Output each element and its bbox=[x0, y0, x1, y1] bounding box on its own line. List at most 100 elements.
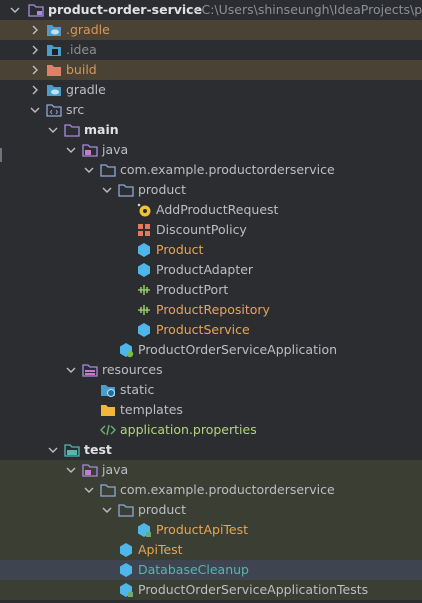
test-class-icon bbox=[136, 522, 152, 538]
tree-row-test[interactable]: test bbox=[0, 440, 422, 460]
properties-file-icon bbox=[100, 422, 116, 438]
java-test-root-icon bbox=[82, 462, 98, 478]
tree-label: java bbox=[102, 142, 129, 157]
tree-row-templates[interactable]: templates bbox=[0, 400, 422, 420]
tree-label: ProductService bbox=[156, 322, 250, 337]
class-icon bbox=[118, 542, 134, 558]
gradle-folder-icon bbox=[46, 82, 62, 98]
java-source-root-icon bbox=[82, 142, 98, 158]
tree-label: ProductOrderServiceApplicationTests bbox=[138, 582, 369, 597]
tree-row-main-java[interactable]: java bbox=[0, 140, 422, 160]
package-icon bbox=[100, 162, 116, 178]
tree-row-file[interactable]: ProductOrderServiceApplicationTests bbox=[0, 580, 422, 600]
project-name: product-order-service bbox=[48, 2, 203, 17]
tree-row-file[interactable]: Product bbox=[0, 240, 422, 260]
chevron-down-icon[interactable] bbox=[100, 500, 114, 520]
templates-folder-icon bbox=[100, 402, 116, 418]
tree-row-gradle-hidden[interactable]: .gradle bbox=[0, 20, 422, 40]
chevron-right-icon[interactable] bbox=[28, 60, 42, 80]
test-folder-icon bbox=[64, 442, 80, 458]
tree-row-file[interactable]: DiscountPolicy bbox=[0, 220, 422, 240]
tree-row-file[interactable]: AddProductRequest bbox=[0, 200, 422, 220]
tree-row-test-product[interactable]: product bbox=[0, 500, 422, 520]
web-folder-icon bbox=[100, 382, 116, 398]
tree-label: resources bbox=[102, 362, 163, 377]
package-icon bbox=[100, 482, 116, 498]
tree-row-file[interactable]: application.properties bbox=[0, 420, 422, 440]
module-folder-icon bbox=[28, 2, 44, 18]
tree-row-test-java[interactable]: java bbox=[0, 460, 422, 480]
tree-label: .idea bbox=[66, 42, 97, 57]
chevron-down-icon[interactable] bbox=[64, 360, 78, 380]
interface-icon bbox=[136, 302, 152, 318]
tree-row-file[interactable]: ProductPort bbox=[0, 280, 422, 300]
tree-label: DiscountPolicy bbox=[156, 222, 247, 237]
class-icon bbox=[136, 262, 152, 278]
chevron-down-icon[interactable] bbox=[28, 100, 42, 120]
chevron-down-icon[interactable] bbox=[100, 180, 114, 200]
tree-row-gradle[interactable]: gradle bbox=[0, 80, 422, 100]
tree-label: main bbox=[84, 122, 119, 137]
excluded-folder-icon bbox=[46, 62, 62, 78]
tree-row-resources[interactable]: resources bbox=[0, 360, 422, 380]
tree-row-file[interactable]: ProductRepository bbox=[0, 300, 422, 320]
tree-row-build[interactable]: build bbox=[0, 60, 422, 80]
project-path: - C:\Users\shinseungh\IdeaProjects\produ… bbox=[193, 2, 422, 17]
chevron-down-icon[interactable] bbox=[64, 140, 78, 160]
package-icon bbox=[118, 502, 134, 518]
tree-label: com.example.productorderservice bbox=[120, 162, 335, 177]
tree-row-test-package[interactable]: com.example.productorderservice bbox=[0, 480, 422, 500]
chevron-down-icon[interactable] bbox=[8, 0, 22, 20]
resources-folder-icon bbox=[82, 362, 98, 378]
tree-label: .gradle bbox=[66, 22, 110, 37]
package-icon bbox=[118, 182, 134, 198]
chevron-down-icon[interactable] bbox=[46, 440, 60, 460]
source-folder-icon bbox=[46, 102, 62, 118]
idea-folder-icon bbox=[46, 42, 62, 58]
tree-row-file-selected[interactable]: DatabaseCleanup bbox=[0, 560, 422, 580]
chevron-right-icon[interactable] bbox=[28, 40, 42, 60]
chevron-down-icon[interactable] bbox=[64, 460, 78, 480]
tree-label: templates bbox=[120, 402, 183, 417]
tree-label: src bbox=[66, 102, 85, 117]
chevron-right-icon[interactable] bbox=[28, 20, 42, 40]
tree-label: gradle bbox=[66, 82, 106, 97]
tree-row-file[interactable]: ProductOrderServiceApplication bbox=[0, 340, 422, 360]
tree-label: ProductAdapter bbox=[156, 262, 254, 277]
tree-row-static[interactable]: static bbox=[0, 380, 422, 400]
tree-row-idea[interactable]: .idea bbox=[0, 40, 422, 60]
tree-row-main-product[interactable]: product bbox=[0, 180, 422, 200]
chevron-down-icon[interactable] bbox=[46, 120, 60, 140]
tree-row-file[interactable]: ProductApiTest bbox=[0, 520, 422, 540]
tree-label: ApiTest bbox=[138, 542, 183, 557]
tree-row-src[interactable]: src bbox=[0, 100, 422, 120]
tree-row-file[interactable]: ProductAdapter bbox=[0, 260, 422, 280]
record-icon bbox=[136, 202, 152, 218]
tree-label: com.example.productorderservice bbox=[120, 482, 335, 497]
tree-label: AddProductRequest bbox=[156, 202, 279, 217]
tree-label: product bbox=[138, 182, 187, 197]
gradle-folder-icon bbox=[46, 22, 62, 38]
tree-row-main-package[interactable]: com.example.productorderservice bbox=[0, 160, 422, 180]
spring-boot-class-icon bbox=[118, 342, 134, 358]
interface-icon bbox=[136, 282, 152, 298]
tree-label: application.properties bbox=[120, 422, 257, 437]
tree-row-main[interactable]: main bbox=[0, 120, 422, 140]
tree-label: ProductPort bbox=[156, 282, 229, 297]
tree-label: ProductApiTest bbox=[156, 522, 249, 537]
chevron-down-icon[interactable] bbox=[82, 480, 96, 500]
tree-row-project-root[interactable]: product-order-service - C:\Users\shinseu… bbox=[0, 0, 422, 20]
tree-label: static bbox=[120, 382, 155, 397]
tree-label: build bbox=[66, 62, 97, 77]
tree-label: product bbox=[138, 502, 187, 517]
chevron-right-icon[interactable] bbox=[28, 80, 42, 100]
class-icon bbox=[118, 562, 134, 578]
tree-row-file[interactable]: ProductService bbox=[0, 320, 422, 340]
tree-label: ProductOrderServiceApplication bbox=[138, 342, 338, 357]
tree-label: Product bbox=[156, 242, 204, 257]
chevron-down-icon[interactable] bbox=[82, 160, 96, 180]
class-icon bbox=[136, 322, 152, 338]
tree-label: DatabaseCleanup bbox=[138, 562, 249, 577]
tree-label: java bbox=[102, 462, 129, 477]
tree-row-file[interactable]: ApiTest bbox=[0, 540, 422, 560]
